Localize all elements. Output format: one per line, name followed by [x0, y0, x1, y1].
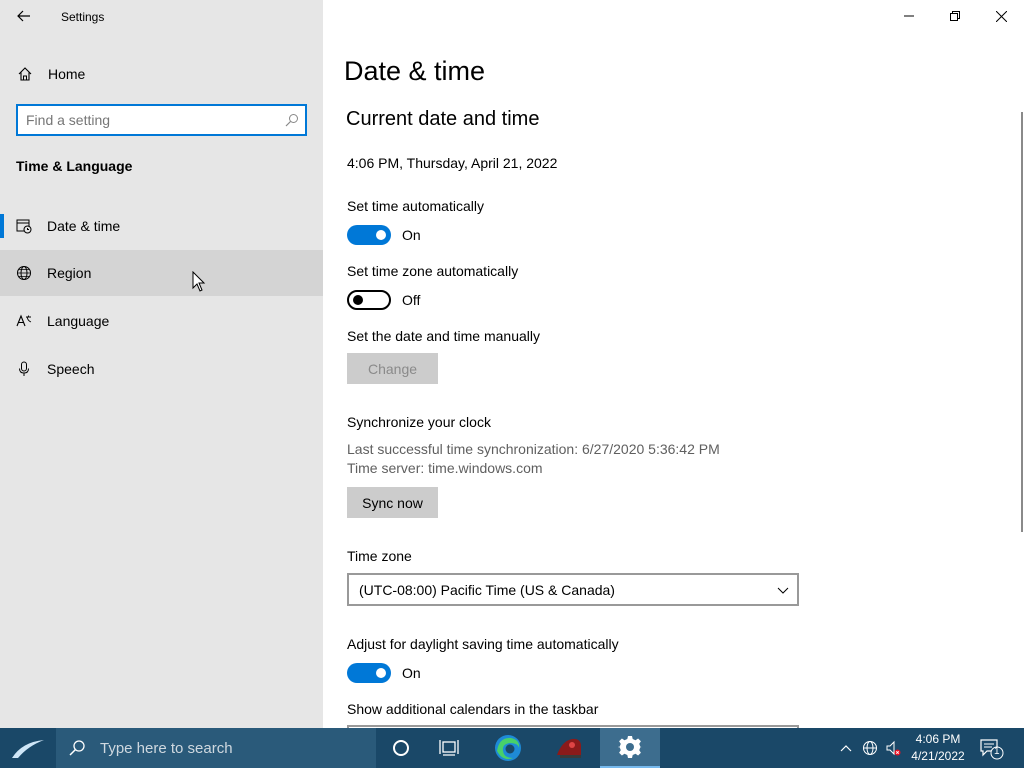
clock-time: 4:06 PM [915, 732, 961, 746]
sidebar: Settings Home Time & Language Date & tim… [0, 0, 323, 728]
chevron-up-icon[interactable] [838, 740, 854, 756]
microphone-icon [19, 361, 29, 376]
sidebar-item-label: Date & time [47, 218, 121, 234]
sidebar-item-region[interactable]: Region [0, 250, 323, 296]
cortana-icon [393, 740, 409, 756]
task-view-button[interactable] [425, 728, 473, 768]
set-time-auto-state: On [402, 227, 421, 243]
home-label: Home [48, 66, 86, 82]
toggle-knob [376, 230, 386, 240]
current-date-heading: Current date and time [346, 108, 540, 130]
volume-muted-icon[interactable] [885, 740, 901, 756]
taskbar-clock[interactable]: 4:06 PM 4/21/2022 [906, 731, 970, 765]
cortana-button[interactable] [377, 728, 425, 768]
sidebar-item-label: Language [47, 313, 110, 329]
toggle-knob [353, 295, 363, 305]
close-button[interactable] [978, 0, 1024, 32]
language-icon [16, 314, 32, 327]
time-zone-select[interactable]: (UTC-08:00) Pacific Time (US & Canada) [347, 573, 799, 606]
search-icon [69, 740, 85, 756]
change-button[interactable]: Change [347, 353, 438, 384]
gear-icon [618, 736, 642, 758]
search-icon[interactable] [285, 113, 299, 127]
date-time-icon [16, 219, 32, 234]
edge-icon [495, 735, 521, 761]
time-zone-label: Time zone [347, 548, 412, 564]
time-server-text: Time server: time.windows.com [347, 460, 543, 476]
app-icon [557, 738, 581, 758]
current-datetime-text: 4:06 PM, Thursday, April 21, 2022 [347, 155, 558, 171]
taskbar: Type here to search 4:06 PM 4/21/2022 1 [0, 728, 1024, 768]
toggle-knob [376, 668, 386, 678]
last-sync-text: Last successful time synchronization: 6/… [347, 441, 720, 457]
start-icon [12, 740, 44, 758]
minimize-icon [904, 15, 914, 17]
region-icon [17, 266, 31, 280]
dst-state: On [402, 665, 421, 681]
restore-icon [950, 11, 960, 21]
sidebar-item-date-time[interactable]: Date & time [0, 203, 323, 249]
notification-center-button[interactable]: 1 [980, 738, 1004, 760]
scrollbar[interactable] [1021, 112, 1023, 532]
restore-button[interactable] [932, 0, 978, 32]
section-title: Time & Language [16, 158, 133, 174]
search-input[interactable] [26, 111, 276, 129]
time-zone-value: (UTC-08:00) Pacific Time (US & Canada) [359, 582, 615, 598]
sidebar-item-label: Speech [47, 361, 95, 377]
page-title: Date & time [344, 56, 486, 86]
set-timezone-auto-state: Off [402, 292, 421, 308]
sidebar-item-language[interactable]: Language [0, 298, 323, 344]
taskbar-search-placeholder: Type here to search [100, 740, 233, 757]
clock-date: 4/21/2022 [911, 749, 965, 763]
minimize-button[interactable] [886, 0, 932, 32]
app-button[interactable] [545, 728, 593, 768]
main-content: Date & time Current date and time 4:06 P… [323, 0, 1024, 728]
edge-button[interactable] [484, 728, 532, 768]
sidebar-item-speech[interactable]: Speech [0, 346, 323, 392]
chevron-down-icon [777, 587, 789, 594]
sync-clock-label: Synchronize your clock [347, 414, 491, 430]
close-icon [995, 10, 1007, 22]
manual-date-label: Set the date and time manually [347, 328, 541, 344]
settings-taskbar-button[interactable] [600, 728, 660, 768]
home-icon [18, 67, 32, 81]
selection-marker [0, 214, 4, 238]
start-button[interactable] [0, 728, 56, 768]
find-setting-search[interactable] [16, 104, 307, 136]
back-button[interactable] [12, 6, 36, 26]
set-timezone-auto-label: Set time zone automatically [347, 263, 519, 279]
additional-calendars-label: Show additional calendars in the taskbar [347, 701, 599, 717]
sync-now-button[interactable]: Sync now [347, 487, 438, 518]
set-time-auto-label: Set time automatically [347, 198, 484, 214]
task-view-icon [439, 740, 459, 756]
set-timezone-auto-toggle[interactable] [347, 290, 391, 310]
notification-count: 1 [994, 746, 1000, 757]
dst-toggle[interactable] [347, 663, 391, 683]
back-arrow-icon [17, 10, 30, 22]
taskbar-search[interactable]: Type here to search [56, 728, 376, 768]
home-nav-item[interactable]: Home [0, 56, 323, 92]
network-globe-icon[interactable] [862, 740, 878, 756]
app-title: Settings [61, 10, 105, 24]
settings-window: Settings Home Time & Language Date & tim… [0, 0, 1024, 728]
sidebar-item-label: Region [47, 265, 92, 281]
set-time-auto-toggle[interactable] [347, 225, 391, 245]
dst-label: Adjust for daylight saving time automati… [347, 636, 619, 652]
notification-icon [980, 739, 1004, 760]
